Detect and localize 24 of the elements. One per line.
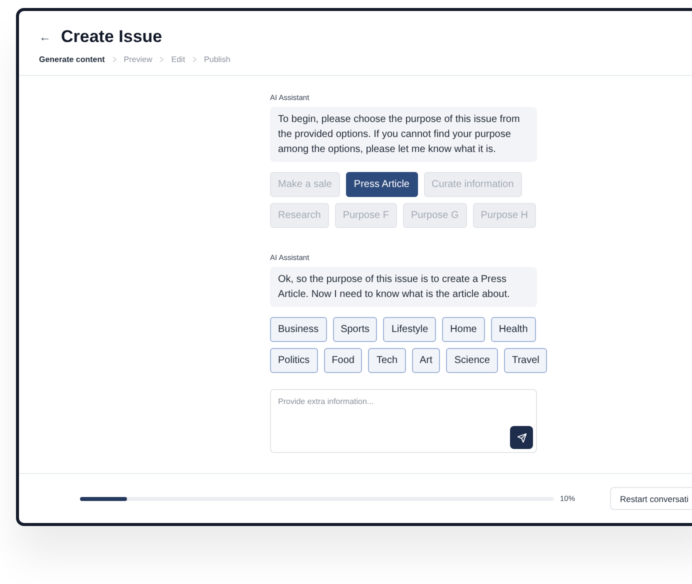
option-chip[interactable]: Science (446, 348, 498, 373)
send-button[interactable] (510, 426, 533, 449)
option-chip[interactable]: Food (324, 348, 362, 373)
page-title: Create Issue (61, 27, 162, 47)
option-chip[interactable]: Home (442, 317, 485, 342)
chevron-icon (159, 56, 164, 63)
option-chip[interactable]: Sports (332, 317, 378, 342)
option-chip[interactable]: Tech (368, 348, 406, 373)
breadcrumb-step[interactable]: Generate content (39, 55, 105, 64)
back-arrow-icon[interactable]: ← (39, 30, 51, 44)
option-chip[interactable]: Press Article (346, 172, 418, 197)
send-icon (516, 432, 526, 442)
message-bubble: To begin, please choose the purpose of this issue from the provided options. If you cannot find your purpose among the options, please let me know what it is. (270, 107, 537, 162)
option-chip[interactable]: Politics (270, 348, 318, 373)
option-chip[interactable]: Travel (504, 348, 548, 373)
option-chip[interactable]: Lifestyle (383, 317, 436, 342)
option-chip[interactable]: Health (490, 317, 536, 342)
chevron-icon (192, 56, 198, 63)
message-field[interactable]: Provide extra information... (270, 389, 537, 453)
chevron-icon (112, 56, 117, 63)
option-chip[interactable]: Art (412, 348, 440, 373)
restart-button[interactable]: Restart conversati (610, 487, 692, 510)
option-chip[interactable]: Business (270, 317, 327, 342)
message-bubble: Ok, so the purpose of this issue is to create a Press Article. Now I need to know what is the article about. (270, 267, 537, 307)
